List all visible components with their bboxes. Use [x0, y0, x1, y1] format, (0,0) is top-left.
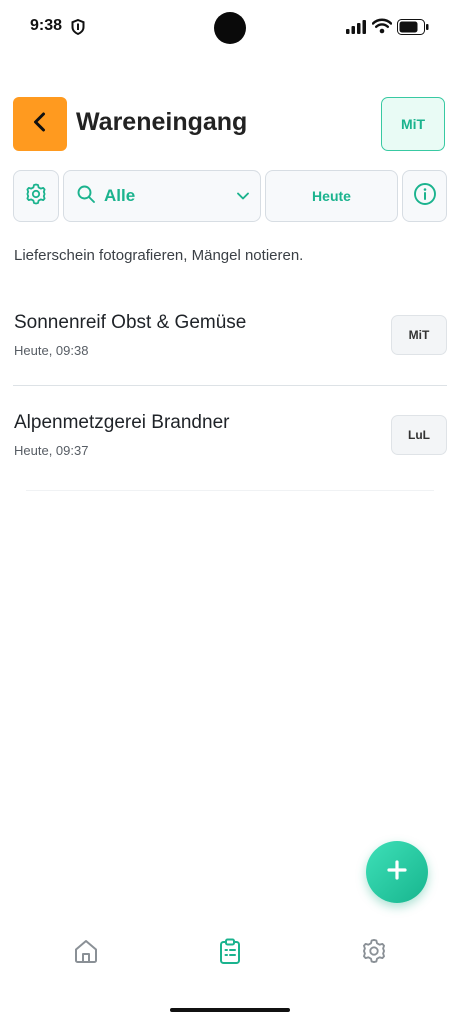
status-time: 9:38: [30, 17, 63, 34]
chevron-down-icon: [236, 189, 250, 208]
user-badge: MiT: [391, 315, 447, 355]
info-button[interactable]: [402, 170, 447, 222]
category-dropdown[interactable]: Alle: [63, 170, 261, 222]
gear-icon: [24, 182, 48, 211]
supplier-name: Alpenmetzgerei Brandner: [14, 412, 230, 433]
home-indicator: [170, 1008, 290, 1012]
bottom-navigation: [0, 920, 460, 990]
search-icon: [76, 184, 96, 209]
info-icon: [413, 182, 437, 211]
tab-home[interactable]: [71, 938, 101, 968]
status-bar: 9:38: [0, 0, 460, 56]
date-filter-button[interactable]: Heute: [265, 170, 398, 222]
tab-settings[interactable]: [359, 938, 389, 968]
dropdown-selected-value: Alle: [104, 186, 136, 205]
shield-icon: [71, 18, 85, 40]
list-item[interactable]: Alpenmetzgerei Brandner Heute, 09:37 LuL: [13, 386, 447, 485]
entry-time: Heute, 09:38: [14, 343, 89, 358]
entry-time: Heute, 09:37: [14, 443, 89, 458]
divider: [26, 490, 434, 491]
camera-cutout: [214, 12, 246, 44]
page-title: Wareneingang: [76, 108, 248, 136]
signal-icon: [346, 20, 366, 39]
filter-settings-button[interactable]: [13, 170, 59, 222]
user-badge: LuL: [391, 415, 447, 455]
user-badge-button[interactable]: MiT: [381, 97, 445, 151]
tab-goods-receipt[interactable]: [215, 938, 245, 968]
battery-icon: [397, 19, 429, 40]
back-button[interactable]: [13, 97, 67, 151]
plus-icon: [386, 859, 408, 886]
home-icon: [72, 937, 100, 970]
gear-icon: [360, 937, 388, 970]
wifi-icon: [371, 18, 393, 39]
supplier-name: Sonnenreif Obst & Gemüse: [14, 312, 247, 333]
clipboard-list-icon: [216, 937, 244, 970]
list-item[interactable]: Sonnenreif Obst & Gemüse Heute, 09:38 Mi…: [13, 286, 447, 386]
add-entry-button[interactable]: [366, 841, 428, 903]
chevron-left-icon: [30, 111, 50, 138]
hint-text: Lieferschein fotografieren, Mängel notie…: [14, 247, 304, 264]
